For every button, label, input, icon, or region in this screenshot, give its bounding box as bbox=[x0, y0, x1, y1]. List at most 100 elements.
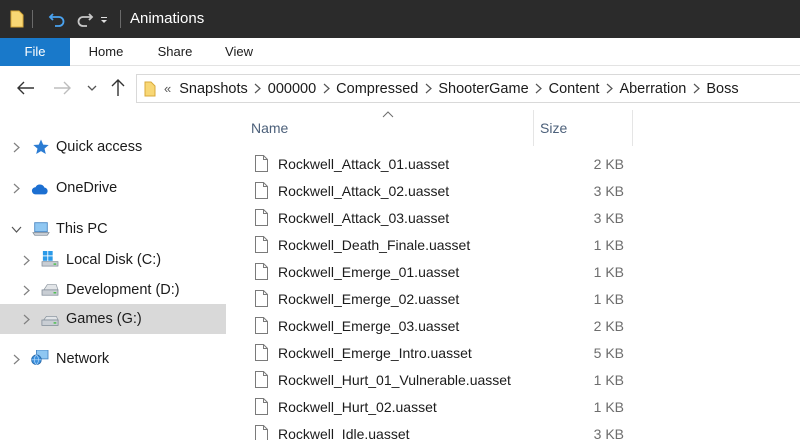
file-row[interactable]: Rockwell_Death_Finale.uasset 1 KB bbox=[228, 232, 668, 259]
file-row[interactable]: Rockwell_Idle.uasset 3 KB bbox=[228, 421, 668, 440]
breadcrumb-shootergame[interactable]: ShooterGame bbox=[438, 81, 528, 97]
file-size: 1 KB bbox=[593, 237, 624, 253]
nav-item-quick-access[interactable]: Quick access bbox=[0, 132, 226, 162]
arrow-right-icon bbox=[54, 81, 71, 95]
up-button[interactable] bbox=[108, 78, 128, 98]
customize-toolbar-button[interactable] bbox=[95, 8, 113, 30]
network-icon bbox=[31, 350, 49, 366]
nav-label: OneDrive bbox=[56, 180, 118, 196]
toolbar-separator bbox=[32, 10, 33, 28]
chevron-down-icon[interactable] bbox=[10, 223, 22, 235]
chevron-right-icon[interactable] bbox=[10, 353, 22, 365]
computer-icon bbox=[32, 222, 50, 236]
arrow-left-icon bbox=[17, 81, 34, 95]
file-size: 1 KB bbox=[593, 264, 624, 280]
redo-button[interactable] bbox=[74, 8, 96, 30]
tab-share[interactable]: Share bbox=[150, 38, 200, 66]
nav-item-network[interactable]: Network bbox=[0, 344, 226, 374]
chevron-right-icon[interactable] bbox=[599, 83, 619, 94]
nav-item-this-pc[interactable]: This PC bbox=[0, 214, 226, 244]
sort-ascending-icon bbox=[382, 111, 394, 118]
ribbon-tabs: File Home Share View bbox=[0, 38, 800, 66]
file-name: Rockwell_Attack_01.uasset bbox=[278, 156, 450, 172]
breadcrumb-000000[interactable]: 000000 bbox=[268, 81, 316, 97]
file-size: 2 KB bbox=[593, 318, 624, 334]
breadcrumb-aberration[interactable]: Aberration bbox=[619, 81, 686, 97]
file-icon bbox=[255, 236, 268, 253]
recent-locations-button[interactable] bbox=[84, 78, 100, 98]
chevron-right-icon[interactable] bbox=[248, 83, 268, 94]
star-icon bbox=[33, 139, 49, 154]
nav-item-games-g[interactable]: Games (G:) bbox=[0, 304, 226, 334]
nav-item-local-disk-c[interactable]: Local Disk (C:) bbox=[0, 245, 226, 275]
file-row[interactable]: Rockwell_Attack_03.uasset 3 KB bbox=[228, 205, 668, 232]
file-icon bbox=[255, 398, 268, 415]
file-size: 3 KB bbox=[593, 210, 624, 226]
breadcrumb-snapshots[interactable]: Snapshots bbox=[179, 81, 248, 97]
file-name: Rockwell_Emerge_02.uasset bbox=[278, 291, 460, 307]
chevron-right-icon[interactable] bbox=[686, 83, 706, 94]
column-header-size-label: Size bbox=[540, 120, 568, 136]
file-icon bbox=[255, 344, 268, 361]
address-row: « Snapshots 000000 Compressed ShooterGam… bbox=[0, 66, 800, 110]
file-row[interactable]: Rockwell_Emerge_Intro.uasset 5 KB bbox=[228, 340, 668, 367]
undo-button[interactable] bbox=[46, 8, 68, 30]
cloud-icon bbox=[31, 184, 48, 195]
file-icon bbox=[255, 209, 268, 226]
file-size: 1 KB bbox=[593, 291, 624, 307]
title-bar: Animations bbox=[0, 0, 800, 38]
chevron-right-icon[interactable] bbox=[20, 254, 32, 266]
chevron-right-icon[interactable] bbox=[316, 83, 336, 94]
column-header-size[interactable]: Size bbox=[534, 110, 632, 146]
address-bar[interactable]: « Snapshots 000000 Compressed ShooterGam… bbox=[136, 74, 800, 103]
breadcrumb-compressed[interactable]: Compressed bbox=[336, 81, 418, 97]
file-icon bbox=[255, 371, 268, 388]
file-row[interactable]: Rockwell_Emerge_01.uasset 1 KB bbox=[228, 259, 668, 286]
file-row[interactable]: Rockwell_Attack_02.uasset 3 KB bbox=[228, 178, 668, 205]
file-name: Rockwell_Death_Finale.uasset bbox=[278, 237, 471, 253]
back-button[interactable] bbox=[16, 78, 36, 98]
folder-icon bbox=[144, 81, 156, 96]
file-size: 1 KB bbox=[593, 399, 624, 415]
file-name: Rockwell_Idle.uasset bbox=[278, 426, 410, 440]
nav-label: Games (G:) bbox=[66, 311, 142, 327]
column-header-name[interactable]: Name bbox=[228, 110, 534, 146]
forward-button[interactable] bbox=[52, 78, 72, 98]
nav-label: Local Disk (C:) bbox=[66, 252, 162, 268]
file-name: Rockwell_Hurt_01_Vulnerable.uasset bbox=[278, 372, 511, 388]
breadcrumb-boss[interactable]: Boss bbox=[706, 81, 738, 97]
folder-icon[interactable] bbox=[10, 10, 24, 28]
file-name: Rockwell_Emerge_01.uasset bbox=[278, 264, 460, 280]
chevron-right-icon[interactable] bbox=[529, 83, 549, 94]
breadcrumb-overflow[interactable]: « bbox=[164, 81, 171, 96]
breadcrumb-content[interactable]: Content bbox=[549, 81, 600, 97]
chevron-right-icon[interactable] bbox=[10, 141, 22, 153]
windows-drive-icon bbox=[41, 251, 59, 267]
column-header-name-label: Name bbox=[251, 120, 289, 136]
drive-icon bbox=[41, 316, 59, 326]
chevron-down-icon bbox=[87, 85, 97, 91]
chevron-right-icon[interactable] bbox=[20, 313, 32, 325]
nav-item-development-d[interactable]: Development (D:) bbox=[0, 275, 226, 305]
tab-view[interactable]: View bbox=[218, 38, 260, 66]
file-row[interactable]: Rockwell_Emerge_02.uasset 1 KB bbox=[228, 286, 668, 313]
nav-item-onedrive[interactable]: OneDrive bbox=[0, 173, 226, 203]
redo-icon bbox=[77, 13, 94, 27]
chevron-right-icon[interactable] bbox=[20, 284, 32, 296]
file-row[interactable]: Rockwell_Hurt_02.uasset 1 KB bbox=[228, 394, 668, 421]
file-name: Rockwell_Emerge_Intro.uasset bbox=[278, 345, 472, 361]
column-divider[interactable] bbox=[632, 110, 633, 146]
tab-file[interactable]: File bbox=[0, 38, 70, 66]
chevron-right-icon[interactable] bbox=[10, 182, 22, 194]
file-size: 5 KB bbox=[593, 345, 624, 361]
file-name: Rockwell_Attack_03.uasset bbox=[278, 210, 450, 226]
file-icon bbox=[255, 182, 268, 199]
file-row[interactable]: Rockwell_Emerge_03.uasset 2 KB bbox=[228, 313, 668, 340]
file-icon bbox=[255, 290, 268, 307]
chevron-right-icon[interactable] bbox=[418, 83, 438, 94]
nav-label: This PC bbox=[56, 221, 108, 237]
file-row[interactable]: Rockwell_Attack_01.uasset 2 KB bbox=[228, 151, 668, 178]
undo-icon bbox=[48, 13, 65, 27]
tab-home[interactable]: Home bbox=[82, 38, 130, 66]
file-row[interactable]: Rockwell_Hurt_01_Vulnerable.uasset 1 KB bbox=[228, 367, 668, 394]
